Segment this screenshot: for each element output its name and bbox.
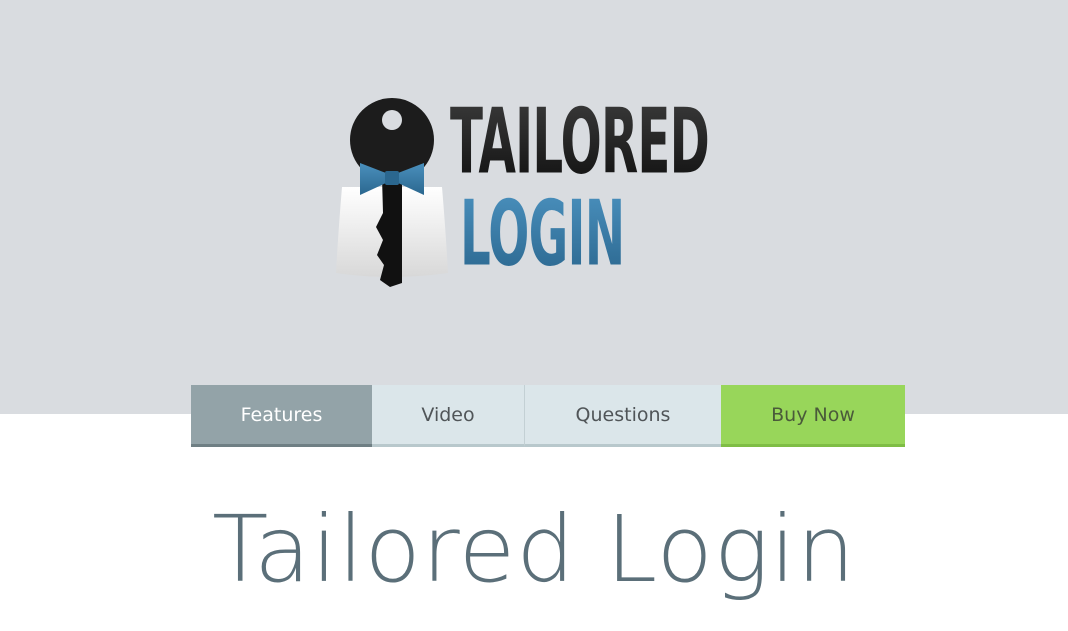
- page: TAILORED LOGIN Features Video Questions …: [0, 0, 1068, 631]
- logo-text-login: LOGIN: [460, 180, 625, 287]
- nav-tab-questions[interactable]: Questions: [525, 385, 721, 447]
- nav-tab-buy-now[interactable]: Buy Now: [721, 385, 905, 447]
- main-nav: Features Video Questions Buy Now: [191, 385, 905, 447]
- logo-text-tailored: TAILORED: [450, 88, 710, 195]
- nav-tab-features[interactable]: Features: [191, 385, 372, 447]
- key-with-bowtie-icon: [336, 98, 448, 287]
- site-logo[interactable]: TAILORED LOGIN: [330, 95, 780, 290]
- nav-tab-video[interactable]: Video: [372, 385, 525, 447]
- page-title: Tailored Login: [212, 496, 856, 603]
